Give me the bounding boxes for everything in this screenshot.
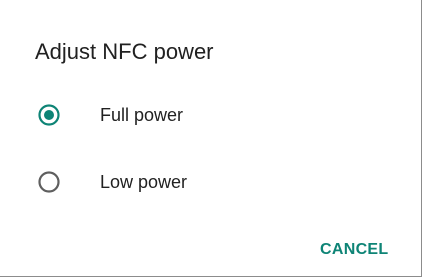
- option-full-power-label: Full power: [100, 105, 184, 125]
- option-full-power[interactable]: Full power: [0, 85, 420, 145]
- option-low-power-label: Low power: [100, 172, 188, 192]
- option-low-power[interactable]: Low power: [0, 152, 420, 212]
- radio-unselected-icon[interactable]: [37, 170, 61, 194]
- nfc-power-dialog: Adjust NFC power Full power Low power CA…: [0, 0, 422, 277]
- cancel-button[interactable]: CANCEL: [305, 228, 415, 272]
- dialog-title: Adjust NFC power: [35, 39, 214, 64]
- radio-selected-icon[interactable]: [37, 103, 61, 127]
